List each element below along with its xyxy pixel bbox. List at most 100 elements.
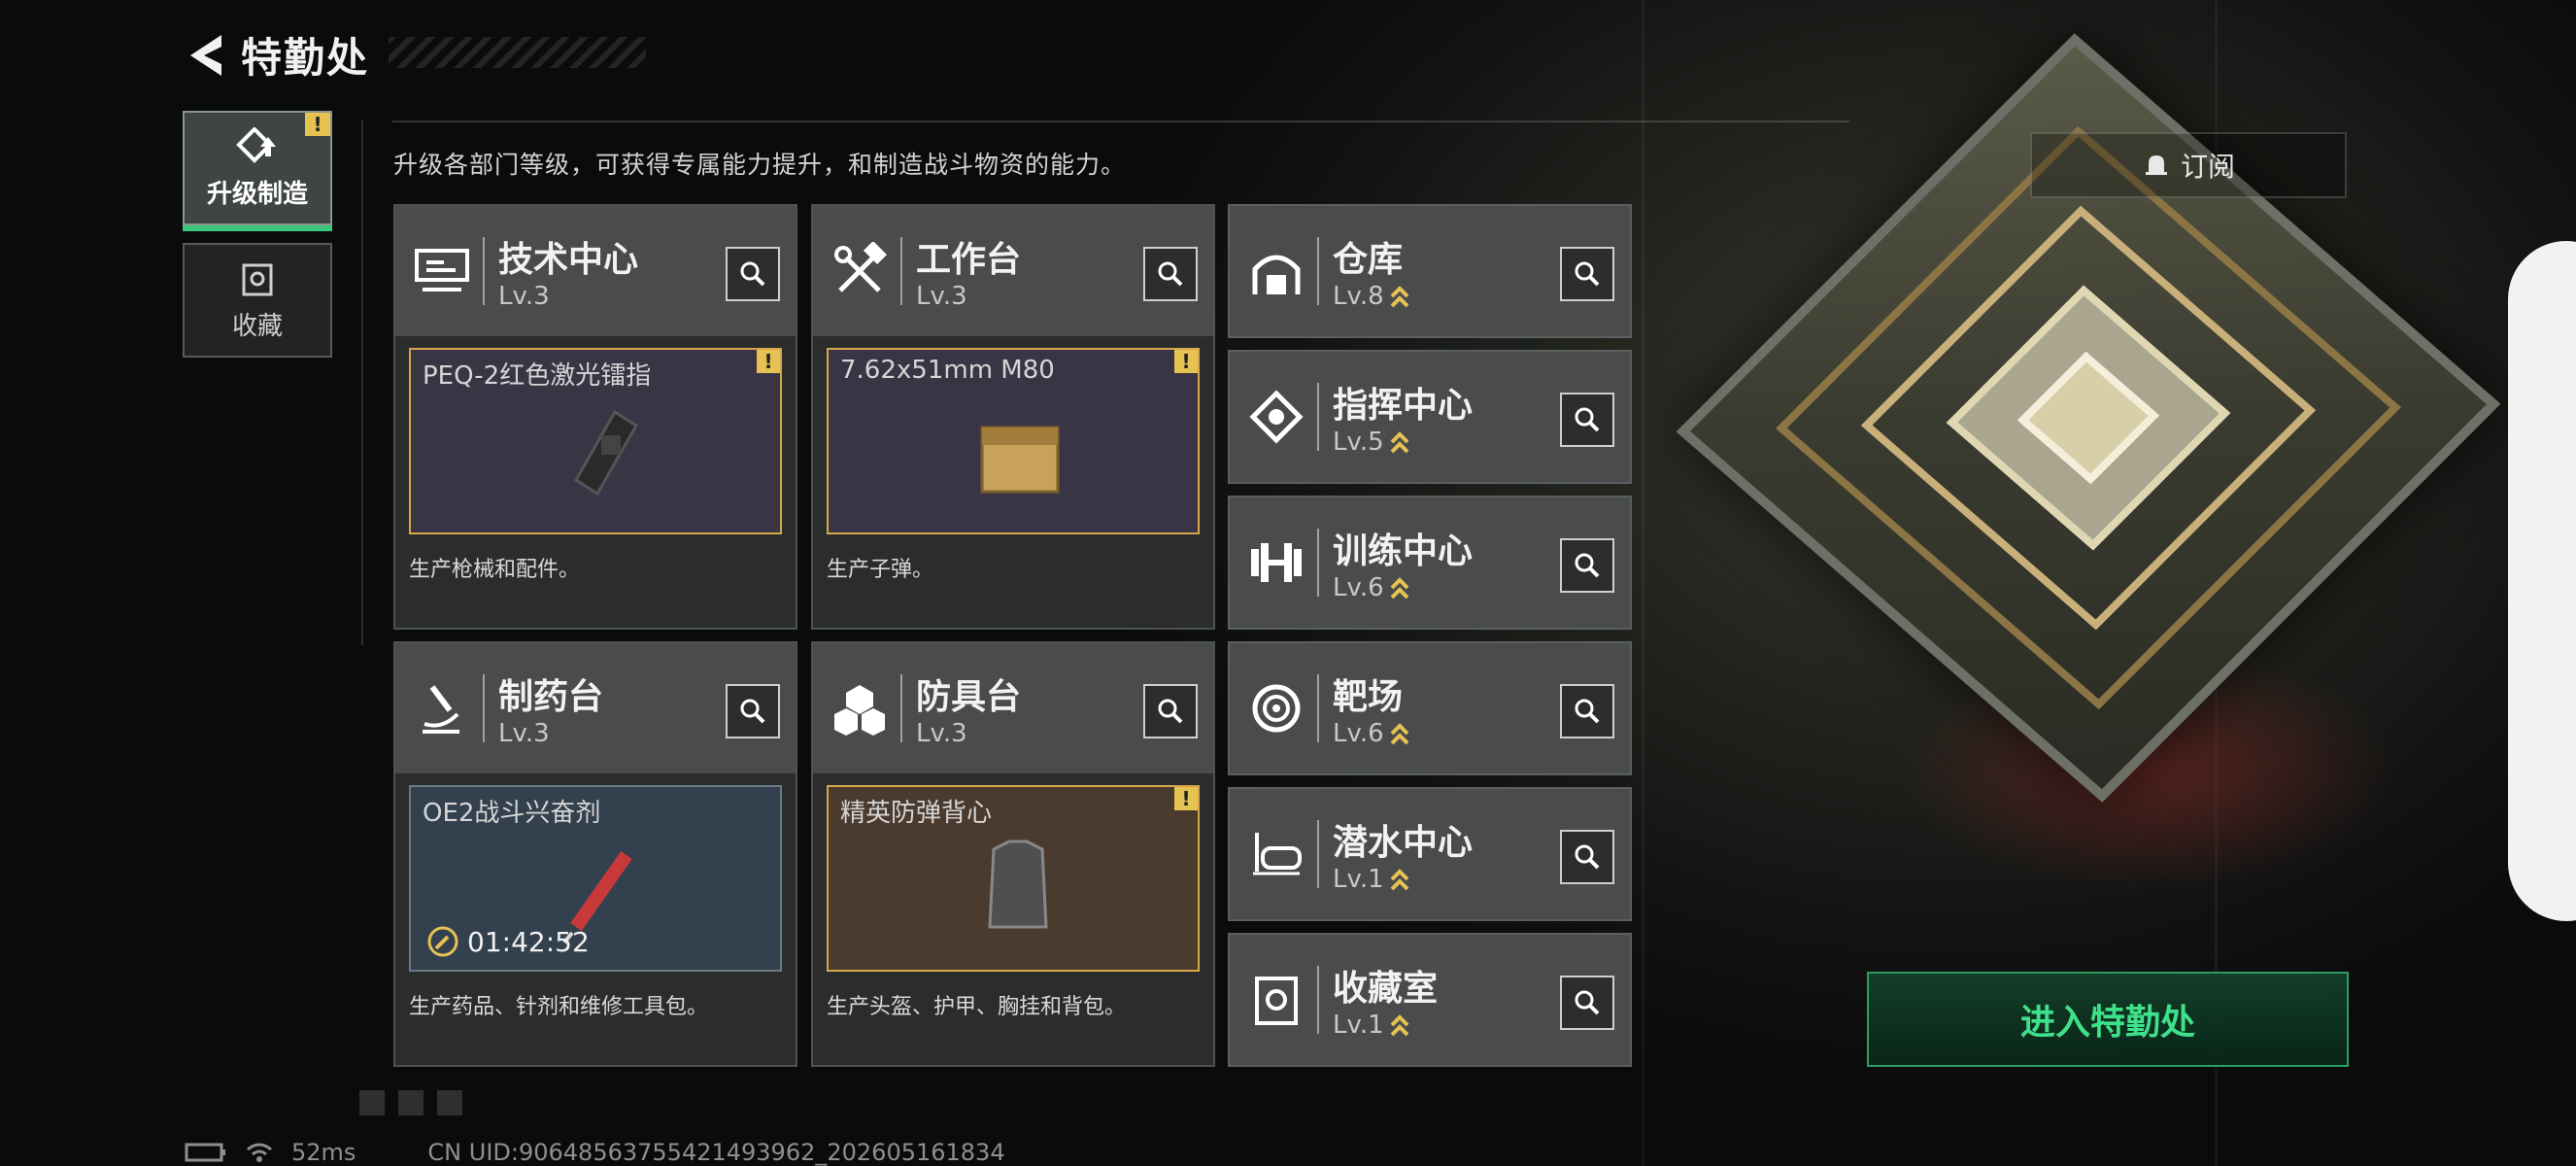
inspect-button[interactable] bbox=[1560, 393, 1614, 447]
facility-level: Lv.3 bbox=[916, 282, 967, 311]
facility-level: Lv.3 bbox=[498, 282, 550, 311]
facility-level: Lv.6 bbox=[1333, 719, 1384, 748]
collection-box-icon bbox=[242, 263, 273, 295]
title-decoration bbox=[389, 37, 646, 68]
facility-card-armor-bench[interactable]: 防具台 Lv.3 精英防弹背心 ! 生产头盔、护甲、胸挂和背包。 bbox=[811, 641, 1215, 1067]
facility-card-warehouse[interactable]: 仓库 Lv.8 bbox=[1228, 204, 1632, 338]
search-icon bbox=[1158, 699, 1183, 724]
facility-card-command-center[interactable]: 指挥中心 Lv.5 bbox=[1228, 350, 1632, 484]
facility-level: Lv.1 bbox=[1333, 865, 1384, 894]
bell-icon bbox=[2145, 155, 2167, 175]
production-timer: 01:42:52 bbox=[426, 925, 590, 958]
card-header: 工作台 Lv.3 bbox=[813, 206, 1213, 336]
inspect-button[interactable] bbox=[1560, 684, 1614, 738]
product-slot[interactable]: 精英防弹背心 ! bbox=[827, 785, 1200, 972]
product-name: OE2战斗兴奋剂 bbox=[423, 799, 601, 828]
target-icon bbox=[1241, 673, 1311, 743]
facility-name: 训练中心 bbox=[1333, 532, 1474, 571]
upgrade-available-icon bbox=[1390, 722, 1409, 744]
search-icon bbox=[740, 261, 765, 287]
inspect-button[interactable] bbox=[1560, 538, 1614, 593]
alert-badge: ! bbox=[757, 350, 780, 373]
product-name: PEQ-2红色激光镭指 bbox=[423, 361, 652, 391]
facility-name: 工作台 bbox=[916, 240, 1022, 280]
facility-level: Lv.6 bbox=[1333, 573, 1384, 602]
enter-label: 进入特勤处 bbox=[2019, 1003, 2195, 1043]
card-header: 防具台 Lv.3 bbox=[813, 643, 1213, 773]
search-icon bbox=[1158, 261, 1183, 287]
warehouse-icon bbox=[1241, 236, 1311, 306]
upgrade-available-icon bbox=[1390, 576, 1409, 599]
facility-level: Lv.5 bbox=[1333, 428, 1384, 457]
inspect-button[interactable] bbox=[1143, 247, 1198, 301]
tab-collection[interactable]: 收藏 bbox=[183, 243, 332, 358]
wifi-icon bbox=[247, 1143, 272, 1162]
product-name: 精英防弹背心 bbox=[840, 799, 993, 828]
corner-decoration bbox=[359, 1090, 466, 1115]
back-arrow-icon[interactable] bbox=[183, 31, 223, 80]
inspect-button[interactable] bbox=[1560, 247, 1614, 301]
facility-card-pharmacy[interactable]: 制药台 Lv.3 OE2战斗兴奋剂 01:42:52 生产药品、针剂和维修工具包… bbox=[393, 641, 797, 1067]
facility-description: 生产药品、针剂和维修工具包。 bbox=[409, 995, 709, 1019]
product-slot[interactable]: 7.62x51mm M80 ! bbox=[827, 348, 1200, 534]
subscribe-button[interactable]: 订阅 bbox=[2030, 132, 2347, 198]
dumbbell-icon bbox=[1241, 528, 1311, 598]
inspect-button[interactable] bbox=[726, 247, 780, 301]
product-slot[interactable]: OE2战斗兴奋剂 01:42:52 bbox=[409, 785, 782, 972]
facility-card-tech-center[interactable]: 技术中心 Lv.3 PEQ-2红色激光镭指 ! 生产枪械和配件。 bbox=[393, 204, 797, 630]
battery-icon bbox=[185, 1143, 225, 1162]
facility-name: 靶场 bbox=[1333, 677, 1404, 717]
product-slot[interactable]: PEQ-2红色激光镭指 ! bbox=[409, 348, 782, 534]
product-name: 7.62x51mm M80 bbox=[840, 356, 1055, 385]
facility-level: Lv.3 bbox=[916, 719, 967, 748]
facility-name: 制药台 bbox=[498, 677, 604, 717]
page-title: 特勤处 bbox=[241, 34, 370, 82]
facility-card-training-center[interactable]: 训练中心 Lv.6 bbox=[1228, 496, 1632, 630]
upgrade-available-icon bbox=[1390, 430, 1409, 453]
facility-card-collection-room[interactable]: 收藏室 Lv.1 bbox=[1228, 933, 1632, 1067]
alert-badge: ! bbox=[1174, 350, 1198, 373]
inspect-button[interactable] bbox=[1143, 684, 1198, 738]
facility-name: 收藏室 bbox=[1333, 969, 1439, 1009]
diving-mask-icon bbox=[1241, 819, 1311, 889]
facility-description: 生产头盔、护甲、胸挂和背包。 bbox=[827, 995, 1127, 1019]
armor-blocks-icon bbox=[825, 673, 895, 743]
facility-description: 生产子弹。 bbox=[827, 558, 934, 582]
facility-name: 防具台 bbox=[916, 677, 1022, 717]
bg-beam bbox=[1642, 0, 1644, 1166]
search-icon bbox=[1575, 699, 1600, 724]
facility-name: 指挥中心 bbox=[1333, 386, 1474, 426]
collection-icon bbox=[1241, 965, 1311, 1035]
laser-device-icon bbox=[573, 409, 639, 497]
facility-name: 技术中心 bbox=[498, 240, 639, 280]
inspect-button[interactable] bbox=[726, 684, 780, 738]
search-icon bbox=[1575, 261, 1600, 287]
divider-line bbox=[392, 120, 1849, 122]
microscope-icon bbox=[407, 673, 477, 743]
tab-upgrade-craft[interactable]: ! 升级制造 bbox=[183, 111, 332, 231]
search-icon bbox=[1575, 553, 1600, 578]
upgrade-icon bbox=[236, 126, 276, 163]
search-icon bbox=[1575, 844, 1600, 870]
inspect-button[interactable] bbox=[1560, 830, 1614, 884]
search-icon bbox=[1575, 407, 1600, 432]
enter-special-ops-button[interactable]: 进入特勤处 bbox=[1867, 972, 2349, 1067]
alert-badge: ! bbox=[305, 113, 330, 136]
inspect-button[interactable] bbox=[1560, 976, 1614, 1030]
alert-badge: ! bbox=[1174, 787, 1198, 810]
divider-line bbox=[361, 120, 363, 645]
status-bar: 52ms CN UID:9064856375542149396​2_202605… bbox=[185, 1139, 1005, 1166]
ping-value: 52ms bbox=[291, 1139, 356, 1166]
tab-label: 升级制造 bbox=[206, 179, 308, 209]
system-side-panel[interactable] bbox=[2508, 241, 2576, 921]
facility-card-shooting-range[interactable]: 靶场 Lv.6 bbox=[1228, 641, 1632, 775]
facility-level: Lv.8 bbox=[1333, 282, 1384, 311]
facility-name: 仓库 bbox=[1333, 240, 1404, 280]
ammo-box-icon bbox=[980, 426, 1060, 494]
wrench-clock-icon bbox=[427, 926, 458, 957]
facility-card-diving-center[interactable]: 潜水中心 Lv.1 bbox=[1228, 787, 1632, 921]
tab-label: 收藏 bbox=[231, 311, 283, 341]
vest-icon bbox=[988, 840, 1048, 929]
upgrade-available-icon bbox=[1390, 1013, 1409, 1036]
facility-card-workbench[interactable]: 工作台 Lv.3 7.62x51mm M80 ! 生产子弹。 bbox=[811, 204, 1215, 630]
